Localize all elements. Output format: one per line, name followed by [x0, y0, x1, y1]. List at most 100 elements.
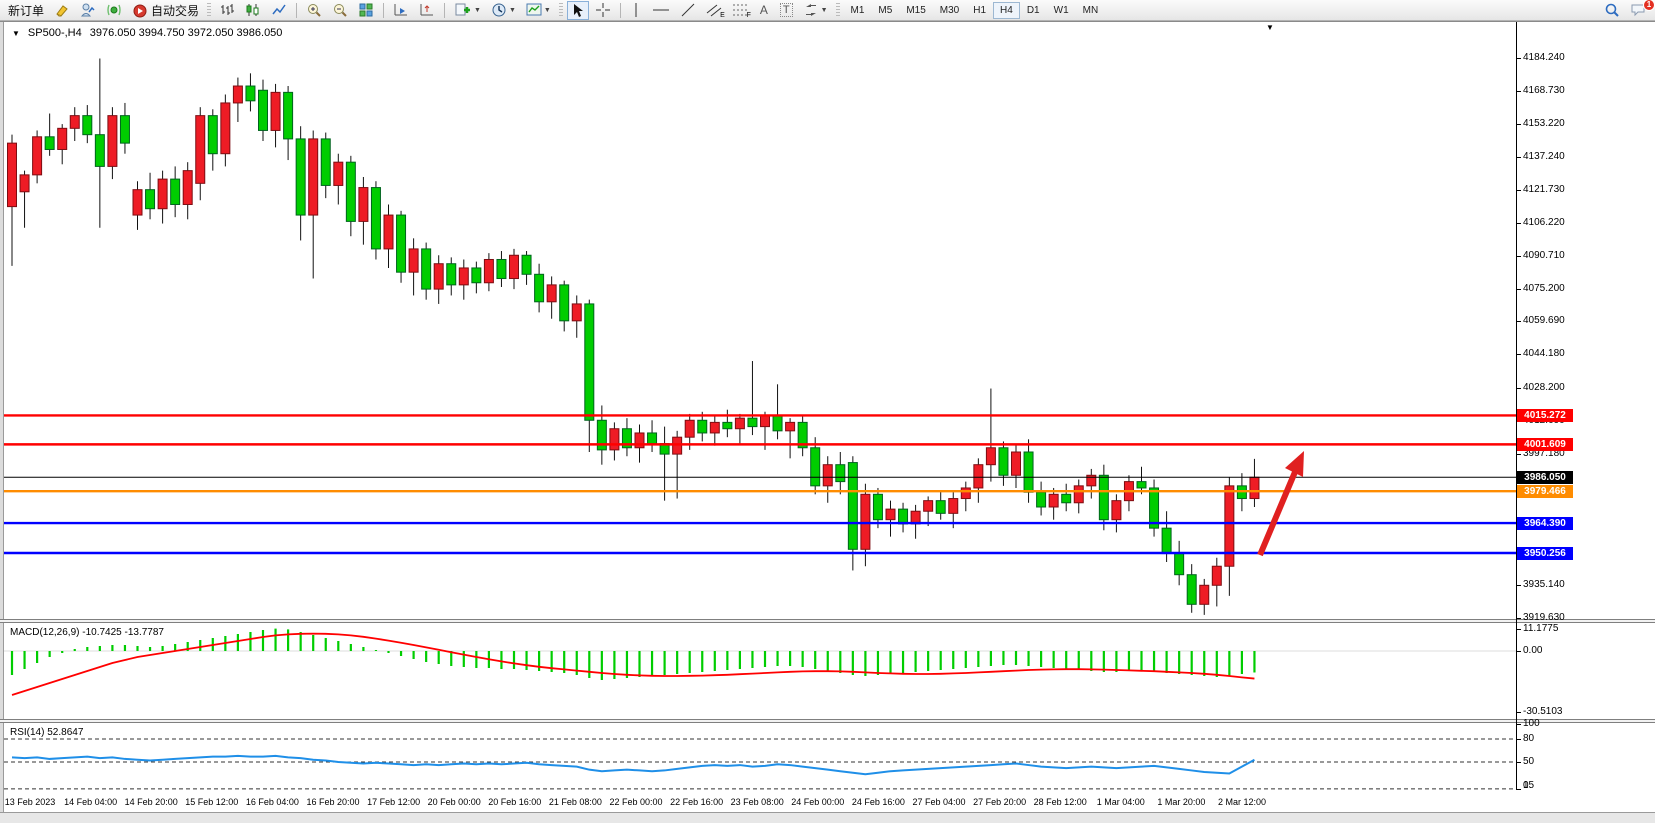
vertical-line-tool-icon[interactable]	[626, 1, 646, 20]
expert-advisors-icon[interactable]	[76, 1, 100, 20]
candle	[321, 133, 330, 199]
chevron-down-icon: ▼	[474, 7, 481, 14]
candle	[886, 501, 895, 537]
channel-letter: E	[720, 12, 725, 19]
price-tick-mark	[1516, 454, 1521, 455]
candle	[723, 410, 732, 438]
time-axis-label: 24 Feb 00:00	[791, 797, 844, 807]
timeframe-h1[interactable]: H1	[966, 2, 993, 19]
timeframe-m15[interactable]: M15	[899, 2, 932, 19]
tile-windows-icon[interactable]	[354, 1, 378, 20]
macd-indicator-pane[interactable]	[4, 624, 1516, 719]
candle	[271, 84, 280, 147]
candle	[246, 73, 255, 111]
price-level-tag: 3950.256	[1517, 547, 1573, 560]
candle	[836, 452, 845, 494]
panel-divider[interactable]	[0, 719, 1655, 723]
candle	[899, 503, 908, 533]
price-tick-label: 4153.220	[1523, 118, 1565, 129]
candle	[484, 253, 493, 291]
candlestick-mode-icon[interactable]	[241, 1, 265, 20]
timeframe-m1[interactable]: M1	[844, 2, 872, 19]
candle	[773, 384, 782, 439]
zoom-out-icon[interactable]	[328, 1, 352, 20]
candle	[108, 107, 117, 179]
templates-icon[interactable]: ▼	[522, 1, 555, 20]
horizontal-line-tool-icon[interactable]	[648, 1, 674, 20]
candle	[497, 251, 506, 287]
new-chart-icon[interactable]: ▼	[450, 1, 485, 20]
text-label-tool-icon[interactable]: T	[776, 1, 797, 20]
candle	[8, 135, 17, 266]
text-tool-glyph: A	[760, 3, 768, 17]
autotrade-button[interactable]: 自动交易	[128, 1, 203, 20]
price-tick-label: 4090.710	[1523, 250, 1565, 261]
timeframe-w1[interactable]: W1	[1047, 2, 1076, 19]
signal-icon[interactable]	[102, 1, 126, 20]
candle	[409, 238, 418, 295]
price-level-tag: 3964.390	[1517, 517, 1573, 530]
candle	[196, 107, 205, 200]
highlighter-icon[interactable]	[50, 1, 74, 20]
bar-shift-marker-icon[interactable]: ▼	[1266, 23, 1274, 32]
candle	[911, 505, 920, 539]
chat-icon[interactable]: 1	[1626, 1, 1651, 20]
new-order-button[interactable]: 新订单	[4, 1, 48, 20]
candle	[371, 181, 380, 259]
time-axis[interactable]: 13 Feb 202314 Feb 04:0014 Feb 20:0015 Fe…	[4, 791, 1516, 811]
timeframe-m5[interactable]: M5	[871, 2, 899, 19]
candle	[1124, 475, 1133, 511]
panel-divider[interactable]	[0, 619, 1655, 623]
bar-chart-mode-icon[interactable]	[215, 1, 239, 20]
auto-scroll-icon[interactable]	[389, 1, 413, 20]
time-axis-label: 14 Feb 20:00	[125, 797, 178, 807]
timeframe-d1[interactable]: D1	[1020, 2, 1047, 19]
crosshair-tool-icon[interactable]	[591, 1, 615, 20]
candle	[572, 295, 581, 337]
timeframe-h4[interactable]: H4	[993, 2, 1020, 19]
candle	[1162, 511, 1171, 562]
text-tool-icon[interactable]: A	[754, 1, 774, 20]
main-price-chart[interactable]	[4, 26, 1516, 618]
arrows-tool-icon[interactable]: ▼	[799, 1, 832, 20]
candle	[1024, 439, 1033, 502]
line-chart-mode-icon[interactable]	[267, 1, 291, 20]
rsi-label: RSI(14) 52.8647	[10, 727, 83, 738]
periods-icon[interactable]: ▼	[487, 1, 520, 20]
fibo-letter: F	[747, 12, 751, 19]
zoom-in-icon[interactable]	[302, 1, 326, 20]
trendline-tool-icon[interactable]	[676, 1, 700, 20]
price-tick-mark	[1516, 585, 1521, 586]
candle	[535, 264, 544, 313]
cursor-tool-icon[interactable]	[567, 1, 589, 20]
price-level-tag: 4001.609	[1517, 438, 1573, 451]
candle	[259, 80, 268, 141]
timeframe-m30[interactable]: M30	[933, 2, 966, 19]
candle	[786, 418, 795, 458]
equidistant-channel-tool-icon[interactable]: E	[702, 1, 726, 20]
price-tick-mark	[1516, 91, 1521, 92]
price-tick-mark	[1516, 289, 1521, 290]
time-axis-label: 22 Feb 00:00	[609, 797, 662, 807]
candle	[999, 441, 1008, 485]
candle	[284, 86, 293, 160]
label-tool-glyph: T	[780, 3, 793, 17]
candle	[710, 416, 719, 446]
search-icon[interactable]	[1600, 1, 1624, 20]
rsi-tick-mark	[1516, 789, 1521, 790]
price-tick-mark	[1516, 321, 1521, 322]
symbol-dropdown-icon[interactable]: ▼	[12, 29, 20, 38]
arrow-annotation[interactable]	[1260, 451, 1304, 555]
notification-badge: 1	[1643, 0, 1655, 11]
price-tick-label: 4059.690	[1523, 315, 1565, 326]
candle	[422, 243, 431, 300]
rsi-indicator-pane[interactable]	[4, 724, 1516, 790]
timeframe-mn[interactable]: MN	[1076, 2, 1106, 19]
price-axis-line	[1516, 22, 1517, 790]
candle	[936, 490, 945, 520]
price-tick-label: 4137.240	[1523, 151, 1565, 162]
chevron-down-icon: ▼	[821, 7, 828, 14]
chart-shift-icon[interactable]	[415, 1, 439, 20]
fibonacci-tool-icon[interactable]: F	[728, 1, 752, 20]
candle	[434, 255, 443, 304]
